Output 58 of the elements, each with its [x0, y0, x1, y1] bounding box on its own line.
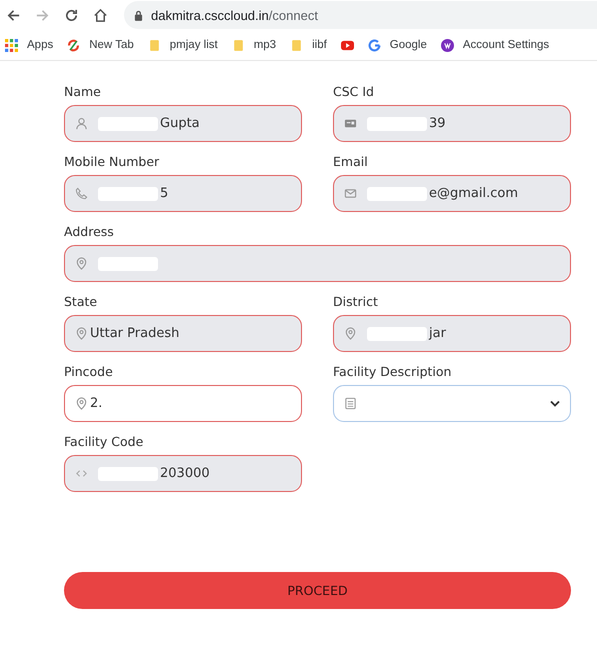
field-label: CSC Id: [333, 84, 375, 101]
folder-icon: [148, 38, 161, 52]
input-field[interactable]: e@gmail.com: [333, 175, 571, 212]
chevron-down-icon: [550, 400, 560, 407]
swirl-icon: [67, 38, 80, 52]
field-value: 39: [429, 116, 446, 131]
input-field[interactable]: jar: [333, 315, 571, 352]
field-label: Facility Code: [64, 434, 144, 451]
home-icon[interactable]: [93, 8, 108, 22]
field-label: Mobile Number: [64, 154, 160, 171]
field-label: Pincode: [64, 364, 114, 381]
proceed-button[interactable]: PROCEED: [64, 572, 571, 609]
input-field[interactable]: 39: [333, 105, 571, 142]
field-label: Name: [64, 84, 102, 101]
field-label: Email: [333, 154, 369, 171]
reload-icon[interactable]: [64, 8, 79, 22]
grid-icon: [5, 38, 18, 52]
location-pin-icon: [75, 327, 88, 340]
field-value: Uttar Pradesh: [90, 326, 180, 341]
g-logo-icon: [368, 38, 381, 52]
list-icon: [344, 397, 357, 410]
input-field[interactable]: [64, 245, 571, 282]
input-field[interactable]: Gupta: [64, 105, 302, 142]
bookmark[interactable]: Account Settings: [440, 38, 550, 52]
dropdown-field[interactable]: [333, 385, 571, 422]
input-field[interactable]: Uttar Pradesh: [64, 315, 302, 352]
location-pin-icon: [344, 327, 357, 340]
folder-icon: [232, 38, 245, 52]
back-icon[interactable]: [6, 8, 21, 22]
input-field[interactable]: 2.: [64, 385, 302, 422]
field-value: 2.: [90, 396, 102, 411]
folder-icon: [290, 38, 304, 52]
field-label: Facility Description: [333, 364, 452, 381]
phone-icon: [75, 187, 88, 200]
person-icon: [75, 117, 88, 130]
id-card-icon: [344, 117, 357, 130]
bookmark[interactable]: Apps: [5, 38, 54, 52]
field-value: 203000: [160, 466, 210, 481]
bookmark[interactable]: pmjay list: [148, 38, 218, 52]
location-pin-icon: [75, 397, 88, 410]
field-label: State: [64, 294, 98, 311]
field-value: e@gmail.com: [429, 186, 518, 201]
bookmark[interactable]: mp3: [232, 38, 276, 52]
envelope-icon: [344, 187, 357, 200]
field-value: 5: [160, 186, 168, 201]
bookmark[interactable]: Google: [368, 38, 427, 52]
bookmark[interactable]: iibf: [290, 38, 327, 52]
field-label: Address: [64, 224, 115, 241]
address-bar[interactable]: dakmitra.csccloud.in/connect: [124, 1, 597, 29]
field-value: jar: [429, 326, 446, 341]
input-field[interactable]: 5: [64, 175, 302, 212]
field-label: District: [333, 294, 379, 311]
field-value: Gupta: [160, 116, 200, 131]
circle-logo-icon: [440, 38, 454, 52]
lock-icon: [134, 10, 143, 20]
input-field[interactable]: 203000: [64, 455, 302, 492]
bookmark[interactable]: New Tab: [67, 38, 134, 52]
location-pin-icon: [75, 257, 88, 270]
